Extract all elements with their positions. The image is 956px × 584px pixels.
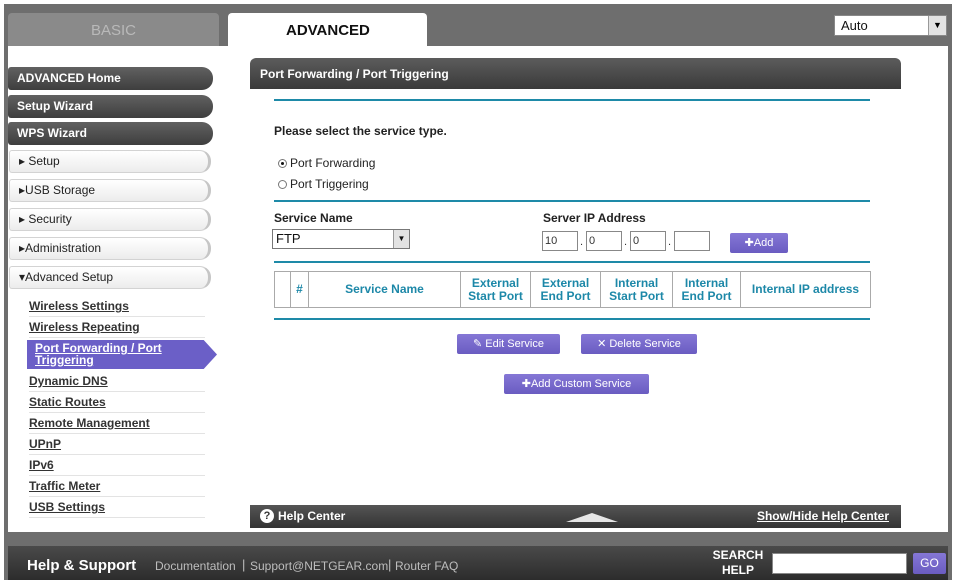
table-header: External End Port <box>530 271 601 308</box>
service-name-value: FTP <box>276 231 301 246</box>
table-header: # <box>290 271 309 308</box>
sidebar-sub-usb-settings[interactable]: USB Settings <box>29 497 205 518</box>
separator: | <box>388 557 392 572</box>
ip-octet-1[interactable]: 10 <box>542 231 578 251</box>
plus-icon: ✚ <box>521 378 531 390</box>
radio-port-triggering[interactable]: Port Triggering <box>278 177 369 191</box>
divider <box>274 261 870 263</box>
sidebar-sub-upnp[interactable]: UPnP <box>29 434 205 455</box>
table-header: External Start Port <box>460 271 531 308</box>
table-header: Internal End Port <box>672 271 741 308</box>
edit-service-button[interactable]: ✎ Edit Service <box>457 334 560 354</box>
close-icon: ✕ <box>597 338 607 350</box>
divider <box>274 99 870 101</box>
radio-unselected-icon <box>278 180 287 189</box>
search-input[interactable] <box>772 553 907 574</box>
table-header <box>274 271 291 308</box>
divider <box>274 318 870 320</box>
tab-advanced[interactable]: ADVANCED <box>228 13 427 46</box>
language-select[interactable]: Auto ▼ <box>834 15 947 36</box>
add-button-label: Add <box>753 237 774 249</box>
ip-dot: . <box>580 236 584 248</box>
tab-basic[interactable]: BASIC <box>8 13 219 46</box>
language-select-value: Auto <box>841 18 868 33</box>
delete-service-button[interactable]: ✕ Delete Service <box>581 334 697 354</box>
radio-port-forwarding-label: Port Forwarding <box>290 156 376 170</box>
port-forwarding-table: # Service Name External Start Port Exter… <box>274 271 871 308</box>
ip-dot: . <box>624 236 628 248</box>
collapse-arrow-icon[interactable] <box>566 513 618 522</box>
sidebar-item-wps-wizard[interactable]: WPS Wizard <box>8 122 213 145</box>
sidebar-sub-ipv6[interactable]: IPv6 <box>29 455 205 476</box>
add-custom-service-label: Add Custom Service <box>530 378 632 390</box>
table-header: Service Name <box>308 271 461 308</box>
documentation-link[interactable]: Documentation <box>155 559 236 573</box>
chevron-down-icon: ▼ <box>393 230 409 248</box>
ip-octet-3[interactable]: 0 <box>630 231 666 251</box>
sidebar-sub-wireless-settings[interactable]: Wireless Settings <box>29 296 205 317</box>
table-header: Internal Start Port <box>600 271 673 308</box>
separator: | <box>242 557 246 572</box>
add-custom-service-button[interactable]: ✚Add Custom Service <box>504 374 649 394</box>
sidebar-item-usb-storage[interactable]: ▸USB Storage <box>9 179 211 202</box>
sidebar-sub-traffic-meter[interactable]: Traffic Meter <box>29 476 205 497</box>
help-support-bar: Help & Support Documentation | Support@N… <box>8 546 948 580</box>
edit-service-label: Edit Service <box>485 338 544 350</box>
radio-port-forwarding[interactable]: Port Forwarding <box>278 156 375 170</box>
service-name-select[interactable]: FTP ▼ <box>272 229 410 249</box>
sidebar-sub-port-forwarding[interactable]: Port Forwarding / Port Triggering <box>27 340 217 369</box>
help-support-title: Help & Support <box>27 557 137 574</box>
sidebar-sub-static-routes[interactable]: Static Routes <box>29 392 205 413</box>
sidebar-sub-dynamic-dns[interactable]: Dynamic DNS <box>29 371 205 392</box>
ip-dot: . <box>668 236 672 248</box>
ip-octet-2[interactable]: 0 <box>586 231 622 251</box>
delete-service-label: Delete Service <box>609 338 681 350</box>
table-header: Internal IP address <box>740 271 871 308</box>
panel-title: Port Forwarding / Port Triggering <box>250 58 901 89</box>
sidebar-item-security[interactable]: ▸ Security <box>9 208 211 231</box>
ip-octet-4[interactable] <box>674 231 710 251</box>
radio-port-triggering-label: Port Triggering <box>290 177 369 191</box>
router-faq-link[interactable]: Router FAQ <box>395 559 458 573</box>
radio-selected-icon <box>278 159 287 168</box>
search-help-label: SEARCH HELP <box>712 548 764 577</box>
add-button[interactable]: ✚Add <box>730 233 788 253</box>
plus-icon: ✚ <box>744 237 754 249</box>
help-center-label[interactable]: Help Center <box>278 505 345 528</box>
port-forwarding-panel: Port Forwarding / Port Triggering Please… <box>250 58 901 528</box>
sidebar-item-administration[interactable]: ▸Administration <box>9 237 211 260</box>
server-ip-label: Server IP Address <box>543 211 646 225</box>
go-button[interactable]: GO <box>913 553 946 574</box>
sidebar-item-advanced-setup[interactable]: ▾Advanced Setup <box>9 266 211 289</box>
pencil-icon: ✎ <box>473 338 483 350</box>
service-type-prompt: Please select the service type. <box>274 124 447 138</box>
help-icon: ? <box>260 509 274 523</box>
chevron-down-icon: ▼ <box>928 16 946 35</box>
sidebar-item-advanced-home[interactable]: ADVANCED Home <box>8 67 213 90</box>
sidebar-item-setup-wizard[interactable]: Setup Wizard <box>8 95 213 118</box>
sidebar-sub-remote-management[interactable]: Remote Management <box>29 413 205 434</box>
sidebar-item-setup[interactable]: ▸ Setup <box>9 150 211 173</box>
show-hide-help-link[interactable]: Show/Hide Help Center <box>757 505 889 528</box>
sidebar-sub-wireless-repeating[interactable]: Wireless Repeating <box>29 317 205 338</box>
divider <box>274 200 870 202</box>
help-center-bar: ? Help Center Show/Hide Help Center <box>250 505 901 528</box>
service-name-label: Service Name <box>274 211 353 225</box>
support-email-link[interactable]: Support@NETGEAR.com <box>250 559 388 573</box>
